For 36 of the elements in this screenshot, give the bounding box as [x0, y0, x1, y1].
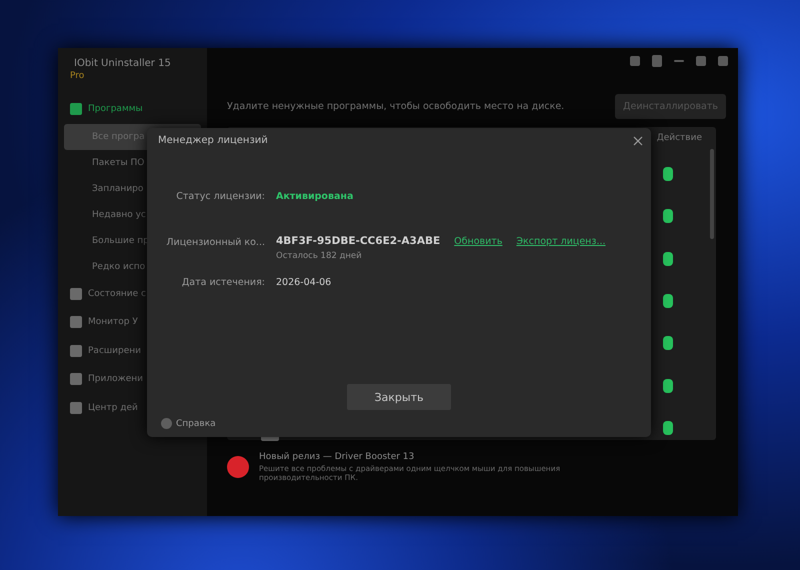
section-icon [70, 402, 82, 414]
section-icon [70, 344, 82, 357]
scrollbar[interactable] [710, 149, 714, 239]
close-button[interactable]: Закрыть [347, 384, 451, 410]
field-label: Дата истечения: [180, 277, 265, 288]
text-link[interactable]: Экспорт лиценз... [516, 236, 606, 246]
license-key: 4BF3F-95DBE-CC6E2-A3ABE [276, 235, 440, 247]
help-icon [161, 418, 172, 429]
promo-title: Новый релиз — Driver Booster 13 [259, 452, 416, 462]
remaining-days: Осталось 182 дней [276, 251, 651, 261]
toggle-switch[interactable] [663, 209, 673, 224]
expiry-date: 2026-04-06 [276, 277, 332, 288]
toggle-switch[interactable] [663, 252, 673, 266]
status-value: Активирована [276, 191, 354, 202]
text-link[interactable]: Обновить [454, 236, 502, 246]
sidebar-item[interactable]: Программы [64, 95, 201, 124]
toggle-switch[interactable] [663, 336, 673, 350]
app-title: IObit Uninstaller 15 [73, 58, 172, 69]
field-label: Статус лицензии: [175, 191, 265, 202]
toggle-switch[interactable] [663, 167, 673, 181]
promo-icon [227, 456, 249, 478]
section-icon [70, 373, 82, 386]
column-header: Действие [656, 132, 702, 145]
section-icon [70, 103, 82, 116]
sidebar-item[interactable]: Монитор У [64, 308, 201, 336]
hint-text: Удалите ненужные программы, чтобы освободить место на диске. [227, 101, 564, 112]
edition-label: Pro [69, 70, 86, 83]
toggle-switch[interactable] [663, 420, 673, 435]
section-icon [70, 316, 82, 328]
sidebar-item[interactable]: Расширени [64, 336, 201, 365]
section-icon [70, 288, 82, 300]
sidebar-item[interactable]: Приложени [64, 365, 201, 394]
help-link[interactable]: Справка [161, 418, 216, 429]
field-label: Лицензионный ко... [165, 237, 265, 248]
toggle-switch[interactable] [663, 378, 673, 392]
toggle-switch[interactable] [663, 294, 673, 308]
